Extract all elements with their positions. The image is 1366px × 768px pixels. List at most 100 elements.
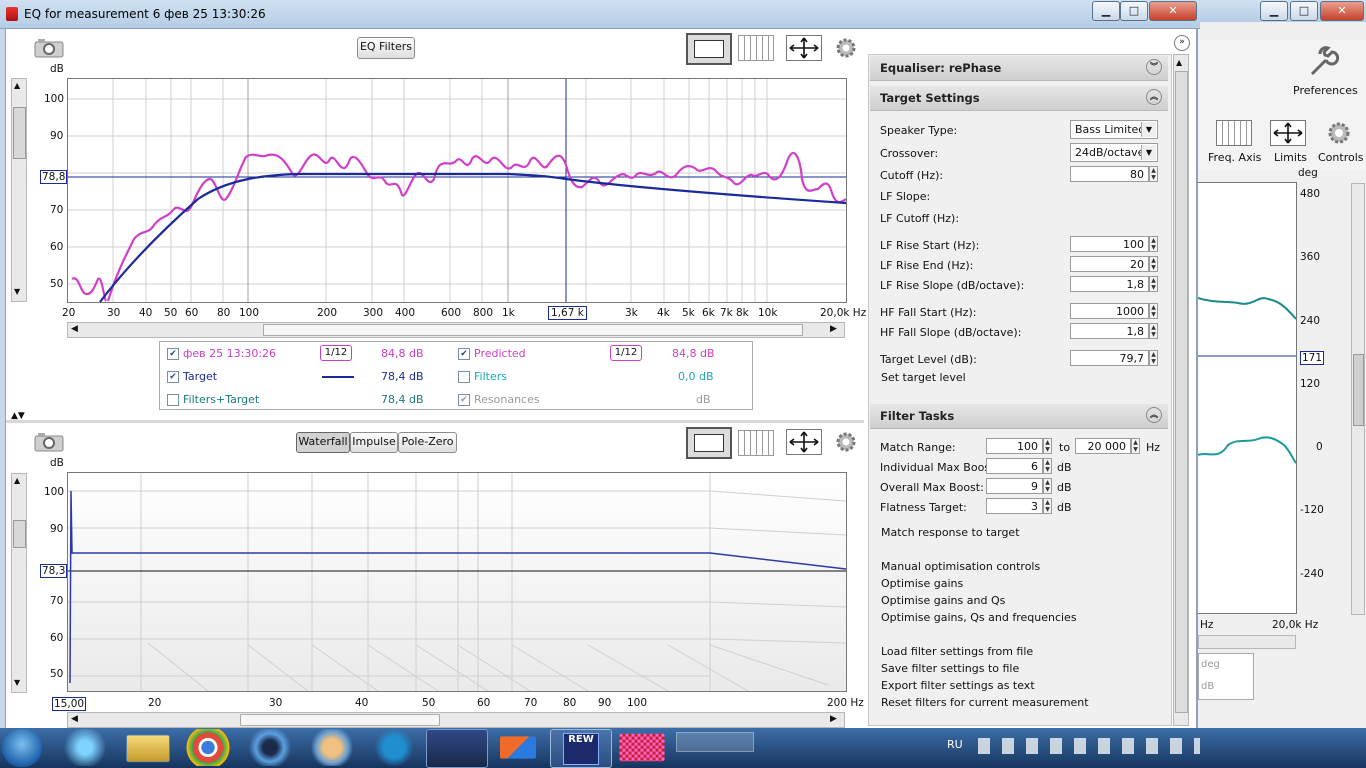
rew-taskbar-button[interactable]: REW <box>550 729 612 768</box>
filter-tasks-header[interactable]: Filter Tasks ︽ <box>870 404 1168 429</box>
limits-label[interactable]: Limits <box>1274 151 1307 164</box>
bg-minimize-button[interactable]: ▁ <box>1260 1 1288 21</box>
minimize-button[interactable]: ▁ <box>1092 1 1120 21</box>
lf-rise-start-input[interactable]: 100 <box>1070 236 1149 252</box>
bottom-vscroll-down-arrow[interactable]: ▼ <box>14 678 20 687</box>
bottom-hscroll-left-arrow[interactable]: ◀ <box>71 714 78 724</box>
legend-checkbox-measurement[interactable]: ✔ <box>167 348 179 360</box>
limits-icon[interactable] <box>1270 120 1306 146</box>
optimise-gains-qs-button[interactable]: Optimise gains and Qs <box>881 594 1005 607</box>
reset-filters-button[interactable]: Reset filters for current measurement <box>881 696 1089 709</box>
bottom-limits-icon[interactable] <box>786 429 822 455</box>
freq-axis-icon[interactable] <box>1216 120 1252 146</box>
legend-smoothing-measurement[interactable]: 1/12 <box>320 345 352 361</box>
chrome-icon[interactable] <box>178 729 238 766</box>
freq-axis-label[interactable]: Freq. Axis <box>1208 151 1261 164</box>
hf-fall-slope-spinner[interactable]: ▲ ▼ <box>1149 323 1158 339</box>
match-range-to-input[interactable]: 20 000 <box>1075 438 1131 454</box>
save-filter-settings-button[interactable]: Save filter settings to file <box>881 662 1019 675</box>
bottom-horizontal-scrollbar[interactable]: ◀ ▶ <box>67 712 845 728</box>
tab-waterfall[interactable]: Waterfall <box>296 432 350 453</box>
cutoff-input[interactable]: 80 <box>1070 166 1149 182</box>
top-vertical-scrollbar[interactable]: ▲ ▼ <box>11 78 27 302</box>
panel-vscroll-up-arrow[interactable]: ▲ <box>1176 58 1182 67</box>
controls-label[interactable]: Controls <box>1318 151 1364 164</box>
app-d-icon[interactable] <box>364 729 424 766</box>
bottom-settings-gear-icon[interactable] <box>834 430 858 454</box>
eq-filters-button[interactable]: EQ Filters <box>357 37 415 59</box>
top-frequency-plot[interactable] <box>67 78 847 303</box>
bottom-layout-single-icon[interactable] <box>686 427 732 459</box>
filter-tasks-collapse-icon[interactable]: ︽ <box>1146 407 1162 423</box>
close-button[interactable]: ✕ <box>1149 1 1197 21</box>
camera-icon[interactable] <box>34 38 64 58</box>
top-hscroll-left-arrow[interactable]: ◀ <box>71 324 78 334</box>
lf-rise-end-input[interactable]: 20 <box>1070 256 1149 272</box>
target-settings-collapse-icon[interactable]: ︽ <box>1146 89 1162 105</box>
bg-vertical-scrollbar[interactable] <box>1351 183 1365 615</box>
bg-horizontal-scrollbar[interactable] <box>1198 635 1296 649</box>
speaker-type-select[interactable]: Bass Limited ▼ <box>1070 120 1158 139</box>
ie-icon[interactable] <box>55 729 115 766</box>
optimise-gains-button[interactable]: Optimise gains <box>881 577 963 590</box>
legend-checkbox-resonances[interactable]: ✔ <box>458 394 470 406</box>
dsp-app-icon[interactable] <box>426 729 488 768</box>
legend-smoothing-predicted[interactable]: 1/12 <box>610 345 642 361</box>
target-level-input[interactable]: 79,7 <box>1070 350 1149 366</box>
pane-splitter[interactable] <box>6 420 864 423</box>
match-range-from-spinner[interactable]: ▲ ▼ <box>1043 438 1052 454</box>
panel-vertical-scrollbar[interactable]: ▲ <box>1173 54 1189 726</box>
target-level-spinner[interactable]: ▲ ▼ <box>1149 350 1158 366</box>
bottom-hscroll-right-arrow[interactable]: ▶ <box>830 714 837 724</box>
legend-checkbox-filters-target[interactable] <box>167 394 179 406</box>
media-app-icon[interactable] <box>240 729 300 766</box>
top-vscroll-up-arrow[interactable]: ▲ <box>14 81 20 90</box>
legend-checkbox-filters[interactable] <box>458 371 470 383</box>
start-button[interactable] <box>2 729 42 767</box>
cutoff-spinner[interactable]: ▲ ▼ <box>1149 166 1158 182</box>
panel-vscroll-thumb[interactable] <box>1175 71 1188 713</box>
lf-rise-slope-input[interactable]: 1,8 <box>1070 276 1149 292</box>
ind-max-boost-input[interactable]: 6 <box>986 458 1043 474</box>
red-app-icon[interactable] <box>619 733 665 762</box>
freq-axis-button-icon[interactable] <box>738 35 774 61</box>
bottom-vscroll-up-arrow[interactable]: ▲ <box>14 476 20 485</box>
optimise-gains-qs-freq-button[interactable]: Optimise gains, Qs and frequencies <box>881 611 1077 624</box>
bottom-vertical-scrollbar[interactable]: ▲ ▼ <box>11 473 27 693</box>
legend-checkbox-predicted[interactable]: ✔ <box>458 348 470 360</box>
overall-max-boost-input[interactable]: 9 <box>986 478 1043 494</box>
paint-icon[interactable] <box>302 729 362 766</box>
hf-fall-start-input[interactable]: 1000 <box>1070 303 1149 319</box>
top-vscroll-thumb[interactable] <box>13 107 26 159</box>
language-indicator[interactable]: RU <box>947 738 963 751</box>
equaliser-collapse-icon[interactable]: ︾ <box>1146 59 1162 75</box>
flatness-target-input[interactable]: 3 <box>986 498 1043 514</box>
legend-checkbox-target[interactable]: ✔ <box>167 371 179 383</box>
export-filter-settings-button[interactable]: Export filter settings as text <box>881 679 1035 692</box>
top-hscroll-thumb[interactable] <box>263 324 803 336</box>
top-vscroll-down-arrow[interactable]: ▼ <box>14 287 20 296</box>
flatness-target-spinner[interactable]: ▲ ▼ <box>1043 498 1052 514</box>
hf-fall-slope-input[interactable]: 1,8 <box>1070 323 1149 339</box>
match-response-button[interactable]: Match response to target <box>881 526 1020 539</box>
waterfall-plot[interactable] <box>67 472 847 692</box>
match-range-to-spinner[interactable]: ▲ ▼ <box>1131 438 1140 454</box>
match-range-from-input[interactable]: 100 <box>986 438 1043 454</box>
maximize-button[interactable]: □ <box>1120 1 1148 21</box>
tab-impulse[interactable]: Impulse <box>350 432 398 453</box>
ind-max-boost-spinner[interactable]: ▲ ▼ <box>1043 458 1052 474</box>
expand-panel-button[interactable]: » <box>1174 35 1190 51</box>
lf-rise-start-spinner[interactable]: ▲ ▼ <box>1149 236 1158 252</box>
top-hscroll-right-arrow[interactable]: ▶ <box>830 324 837 334</box>
taskbar-empty-button[interactable] <box>676 732 754 752</box>
lf-rise-slope-spinner[interactable]: ▲ ▼ <box>1149 276 1158 292</box>
load-filter-settings-button[interactable]: Load filter settings from file <box>881 645 1033 658</box>
bottom-hscroll-thumb[interactable] <box>240 714 440 726</box>
tab-pole-zero[interactable]: Pole-Zero <box>398 432 457 453</box>
top-horizontal-scrollbar[interactable]: ◀ ▶ <box>67 322 845 338</box>
wrench-icon[interactable] <box>1306 46 1340 80</box>
gear-icon[interactable] <box>1326 120 1352 146</box>
settings-gear-icon[interactable] <box>834 36 858 60</box>
set-target-level-button[interactable]: Set target level <box>881 371 966 384</box>
bg-vscroll-thumb[interactable] <box>1353 354 1364 426</box>
